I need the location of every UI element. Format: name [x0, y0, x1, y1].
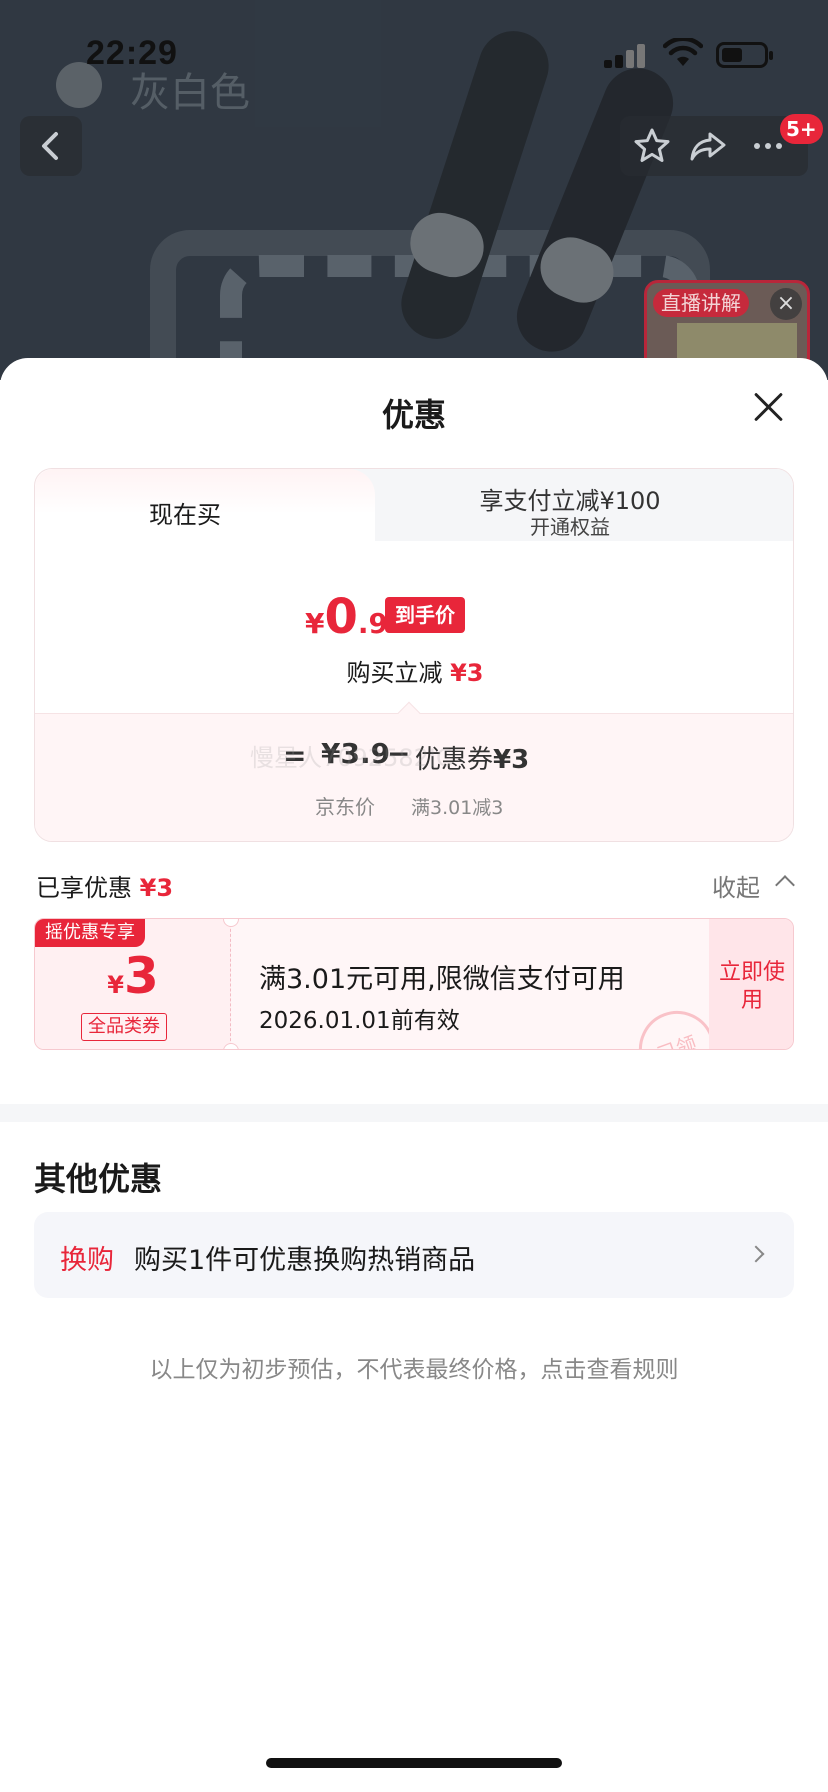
final-price: ¥0.9: [305, 589, 389, 645]
coupon-amount: ¥3: [107, 947, 159, 1005]
trade-in-description: 购买1件可优惠换购热销商品: [134, 1245, 476, 1276]
coupon-card[interactable]: 摇优惠专享 ¥3 全品类券 满3.01元可用,限微信支付可用 2026.01.0…: [34, 918, 794, 1050]
coupon-notch: [223, 1043, 239, 1049]
jd-price-label: 京东价: [315, 795, 375, 819]
tab-buy-now-label: 现在买: [149, 501, 221, 529]
status-bar: 22:29: [0, 0, 828, 110]
discount-sheet: 优惠 享支付立减¥100 开通权益 现在买 ¥0.9 到手价 购买立减 ¥3 =…: [0, 358, 828, 1792]
cart-badge: 5+: [780, 114, 823, 144]
trade-in-tag: 换购: [60, 1245, 114, 1276]
section-divider: [0, 1104, 828, 1122]
coupon-condition: 满3.01减3: [411, 797, 504, 819]
sheet-title: 优惠: [381, 396, 446, 434]
price-breakdown: [35, 713, 793, 841]
final-price-tag: 到手价: [385, 597, 465, 633]
collapse-button[interactable]: 收起: [712, 868, 760, 903]
back-icon: [42, 132, 58, 160]
trade-in-offer-row[interactable]: 换购 购买1件可优惠换购热销商品: [34, 1212, 794, 1298]
battery-icon: [716, 42, 773, 68]
coupon-validity: 2026.01.01前有效: [259, 1008, 460, 1034]
live-tag: 直播讲解: [653, 289, 749, 317]
price-card: 享支付立减¥100 开通权益 现在买 ¥0.9 到手价 购买立减 ¥3 = ¥3…: [34, 468, 794, 842]
live-close-icon[interactable]: ×: [770, 288, 802, 320]
coupon-type-badge: 全品类券: [81, 1013, 167, 1041]
status-time: 22:29: [86, 34, 178, 72]
home-indicator[interactable]: [266, 1758, 562, 1768]
chevron-right-icon: [747, 1245, 765, 1263]
other-discounts-title: 其他优惠: [34, 1160, 163, 1198]
enjoyed-discount: 已享优惠 ¥3: [36, 874, 174, 902]
wifi-icon: [663, 38, 703, 66]
star-icon[interactable]: [632, 126, 672, 166]
tab-buy-now[interactable]: 现在买: [35, 469, 375, 543]
tab-pay-discount-sublabel: 开通权益: [530, 515, 610, 539]
user-watermark: 慢星人7092582IC: [250, 744, 453, 772]
coupon-description: 满3.01元可用,限微信支付可用: [259, 964, 625, 995]
coupon-ribbon: 摇优惠专享: [35, 919, 145, 947]
share-icon[interactable]: [688, 126, 728, 166]
use-now-button[interactable]: 立即使用: [709, 919, 793, 1049]
close-icon[interactable]: [748, 386, 788, 426]
cellular-signal-icon: [604, 44, 648, 68]
back-button[interactable]: [20, 116, 82, 176]
chevron-up-icon[interactable]: [775, 875, 795, 895]
instant-reduce-line: 购买立减 ¥3: [346, 659, 484, 687]
price-disclaimer[interactable]: 以上仅为初步预估，不代表最终价格，点击查看规则: [0, 1350, 828, 1384]
